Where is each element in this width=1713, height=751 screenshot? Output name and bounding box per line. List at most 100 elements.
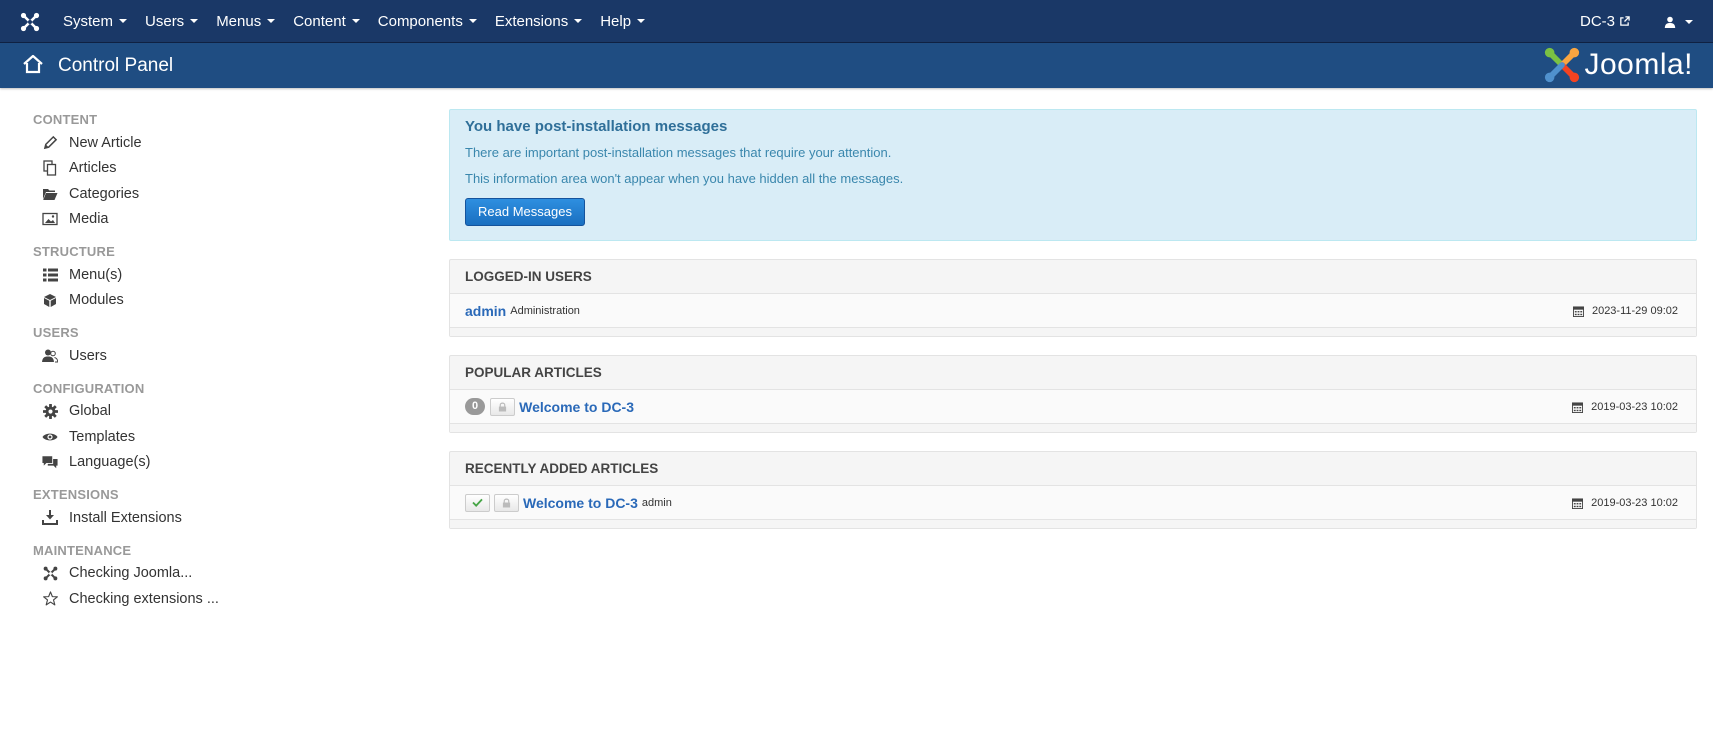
date-text: 2019-03-23 10:02 (1591, 401, 1678, 413)
user-icon (1664, 16, 1676, 28)
home-icon (23, 54, 43, 74)
sidebar-item-label: Articles (69, 160, 117, 177)
module-heading: LOGGED-IN USERS (450, 260, 1696, 294)
sidebar-item-label: Users (69, 347, 107, 364)
menu-help[interactable]: Help (591, 0, 654, 43)
publish-toggle-button[interactable] (465, 493, 490, 512)
sidebar-item-checking-extensions[interactable]: Checking extensions ... (33, 586, 413, 612)
menu-label: Content (293, 13, 346, 30)
row-date: 2019-03-23 10:02 (1572, 390, 1678, 424)
sidebar-item-checking-joomla[interactable]: Checking Joomla... (33, 561, 413, 587)
sidebar-heading-structure: STRUCTURE (33, 244, 115, 259)
read-messages-button[interactable]: Read Messages (465, 198, 585, 226)
menu-label: Help (600, 13, 632, 30)
sidebar-item-label: Global (69, 403, 111, 420)
site-name: DC-3 (1579, 13, 1615, 30)
sidebar-item-global[interactable]: Global (33, 399, 413, 425)
sidebar-item-label: New Article (69, 134, 142, 151)
date-text: 2019-03-23 10:02 (1591, 497, 1678, 509)
post-install-alert: You have post-installation messages Ther… (449, 109, 1697, 241)
lock-icon (499, 402, 507, 411)
sidebar: CONTENT New Article Articles Categories … (33, 110, 413, 612)
users-icon (42, 348, 58, 364)
menu-label: Menus (216, 13, 262, 30)
joomla-logo-icon (1545, 47, 1580, 83)
joomla-brand-logo: Joomla! (1543, 46, 1693, 84)
menu-label: Extensions (494, 13, 569, 30)
sidebar-heading-maintenance: MAINTENANCE (33, 542, 132, 558)
sidebar-item-users[interactable]: Users (33, 343, 413, 369)
checkin-button[interactable] (494, 493, 519, 512)
menu-menus[interactable]: Menus (207, 0, 284, 43)
table-row: admin Administration 2023-11-29 09:02 (450, 294, 1696, 328)
download-icon (42, 510, 58, 526)
sidebar-item-modules[interactable]: Modules (33, 288, 413, 314)
copy-icon (42, 160, 58, 176)
sidebar-item-media[interactable]: Media (33, 207, 413, 233)
joomla-icon (42, 565, 58, 581)
module-heading: RECENTLY ADDED ARTICLES (450, 452, 1696, 486)
menu-components[interactable]: Components (369, 0, 486, 43)
user-menu[interactable] (1664, 16, 1693, 28)
brand-name: Joomla! (1584, 48, 1693, 81)
sidebar-heading-configuration: CONFIGURATION (33, 380, 145, 396)
main-menu: System Users Menus Content Components Ex… (54, 0, 654, 43)
hits-badge: 0 (465, 398, 486, 415)
caret-down-icon (574, 19, 583, 23)
external-link-icon (1620, 16, 1630, 26)
menu-label: Components (377, 13, 463, 30)
menu-system[interactable]: System (54, 0, 136, 43)
main-content: You have post-installation messages Ther… (449, 109, 1697, 529)
lock-icon (502, 498, 511, 507)
popular-articles-module: POPULAR ARTICLES 0 Welcome to DC-3 2019-… (449, 355, 1697, 433)
article-link[interactable]: Welcome to DC-3 (523, 495, 638, 511)
sidebar-item-new-article[interactable]: New Article (33, 130, 413, 156)
sidebar-item-menus[interactable]: Menu(s) (33, 262, 413, 288)
page-header: Control Panel Joomla! (0, 43, 1713, 88)
view-site-link[interactable]: DC-3 (1580, 13, 1630, 30)
cog-icon (42, 403, 58, 419)
menu-label: System (63, 13, 114, 30)
star-icon (42, 591, 58, 607)
alert-line-2: This information area won't appear when … (465, 171, 904, 186)
sidebar-item-label: Checking Joomla... (69, 565, 193, 582)
list-icon (42, 267, 58, 283)
check-icon (472, 498, 483, 507)
sidebar-item-label: Media (69, 211, 109, 228)
sidebar-item-label: Language(s) (69, 454, 151, 471)
calendar-icon (1572, 497, 1584, 509)
calendar-icon (1572, 305, 1584, 317)
sidebar-item-label: Categories (69, 185, 140, 202)
logged-in-users-module: LOGGED-IN USERS admin Administration 202… (449, 259, 1697, 337)
sidebar-heading-users: USERS (33, 325, 79, 340)
cube-icon (42, 292, 58, 308)
sidebar-item-templates[interactable]: Templates (33, 424, 413, 450)
user-link[interactable]: admin (465, 303, 506, 319)
sidebar-item-languages[interactable]: Language(s) (33, 450, 413, 476)
sidebar-item-label: Install Extensions (69, 509, 182, 526)
table-row: 0 Welcome to DC-3 2019-03-23 10:02 (450, 390, 1696, 424)
table-row: Welcome to DC-3 admin 2019-03-23 10:02 (450, 486, 1696, 520)
menu-extensions[interactable]: Extensions (486, 0, 591, 43)
sidebar-item-articles[interactable]: Articles (33, 156, 413, 182)
sidebar-item-label: Checking extensions ... (69, 590, 219, 607)
pencil-icon (42, 135, 58, 151)
caret-down-icon (637, 19, 646, 23)
sidebar-item-categories[interactable]: Categories (33, 181, 413, 207)
sidebar-item-label: Templates (69, 428, 136, 445)
calendar-icon (1572, 401, 1584, 413)
page-title: Control Panel (58, 55, 174, 76)
caret-down-icon (119, 19, 128, 23)
folder-open-icon (42, 186, 58, 202)
menu-label: Users (145, 13, 185, 30)
sidebar-item-install-extensions[interactable]: Install Extensions (33, 505, 413, 531)
checkin-button[interactable] (490, 397, 516, 416)
article-link[interactable]: Welcome to DC-3 (519, 399, 634, 415)
author-name: admin (641, 496, 672, 509)
joomla-logo-icon[interactable] (20, 12, 40, 32)
comments-icon (42, 454, 58, 470)
menu-users[interactable]: Users (136, 0, 207, 43)
recently-added-articles-module: RECENTLY ADDED ARTICLES Welcome to DC-3 … (449, 451, 1697, 529)
menu-content[interactable]: Content (284, 0, 369, 43)
top-navbar: System Users Menus Content Components Ex… (0, 0, 1713, 43)
